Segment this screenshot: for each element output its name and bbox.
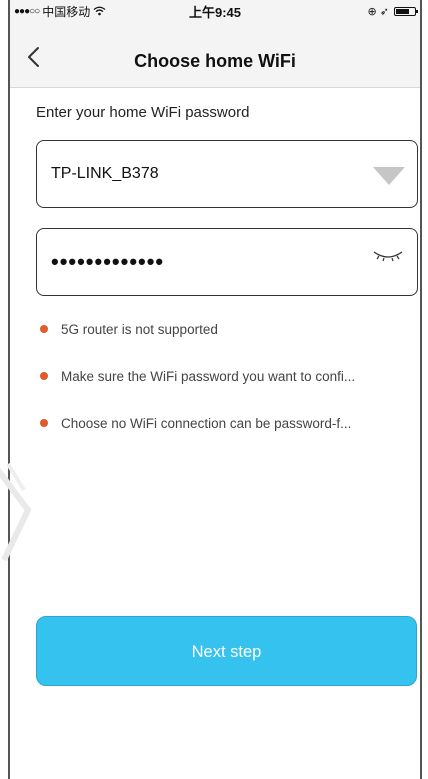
page-title: Choose home WiFi xyxy=(134,51,296,71)
instruction-text: Enter your home WiFi password xyxy=(36,104,250,121)
status-right: ⊕ ➶ xyxy=(367,5,418,18)
bullet-dot-icon xyxy=(40,372,48,380)
tips-list: 5G router is not supported Make sure the… xyxy=(36,317,420,458)
wifi-network-select[interactable]: TP-LINK_B378 xyxy=(36,140,418,208)
next-step-button[interactable]: Next step xyxy=(36,616,417,686)
status-time: 上午9:45 xyxy=(188,4,242,20)
tip-item: Make sure the WiFi password you want to … xyxy=(36,364,420,388)
tip-item: 5G router is not supported xyxy=(36,317,420,341)
nav-bar: Choose home WiFi xyxy=(10,22,420,88)
eye-closed-icon[interactable] xyxy=(373,249,403,263)
battery-icon xyxy=(394,6,418,16)
tip-text: 5G router is not supported xyxy=(61,321,218,337)
tip-item: Choose no WiFi connection can be passwor… xyxy=(36,411,420,435)
wifi-network-value: TP-LINK_B378 xyxy=(51,165,159,182)
bullet-dot-icon xyxy=(40,325,48,333)
status-bar: ●●●○○ 中国移动 上午9:45 ⊕ ➶ xyxy=(10,0,420,22)
wifi-password-input[interactable]: ••••••••••••• xyxy=(36,228,418,296)
password-masked-value: ••••••••••••• xyxy=(51,249,165,274)
status-indicator-icons: ⊕ ➶ xyxy=(367,5,390,18)
app-screen: ●●●○○ 中国移动 上午9:45 ⊕ ➶ Choose home WiFi E… xyxy=(8,0,422,779)
triangle-down-icon[interactable] xyxy=(373,167,405,185)
tip-text: Choose no WiFi connection can be passwor… xyxy=(61,415,352,431)
bullet-dot-icon xyxy=(40,419,48,427)
tip-text: Make sure the WiFi password you want to … xyxy=(61,368,356,384)
